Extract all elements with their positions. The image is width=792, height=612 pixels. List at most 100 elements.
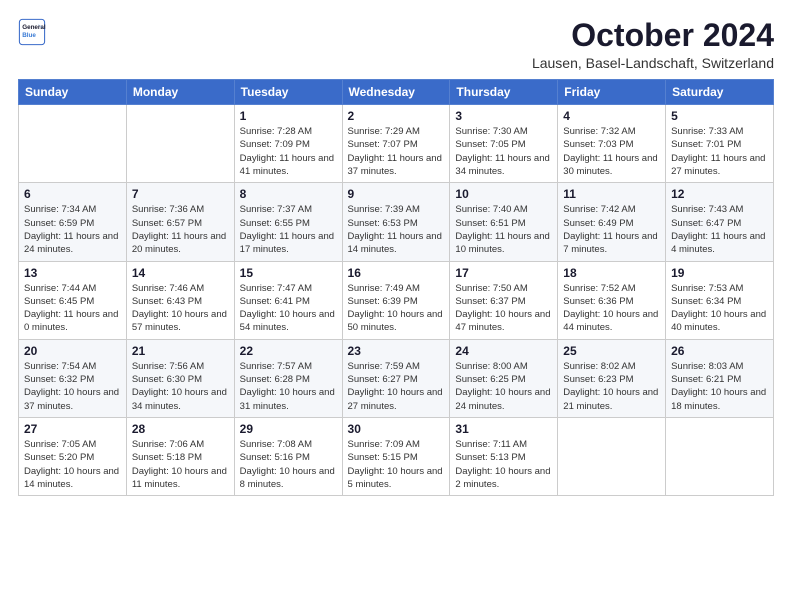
- day-cell: 19 Sunrise: 7:53 AM Sunset: 6:34 PM Dayli…: [666, 261, 774, 339]
- day-info: Sunrise: 7:30 AM Sunset: 7:05 PM Dayligh…: [455, 125, 552, 178]
- day-number: 22: [240, 344, 337, 358]
- day-cell: 31 Sunrise: 7:11 AM Sunset: 5:13 PM Dayli…: [450, 417, 558, 495]
- day-info: Sunrise: 7:33 AM Sunset: 7:01 PM Dayligh…: [671, 125, 768, 178]
- day-info: Sunrise: 7:36 AM Sunset: 6:57 PM Dayligh…: [132, 203, 229, 256]
- day-number: 4: [563, 109, 660, 123]
- day-info: Sunrise: 7:32 AM Sunset: 7:03 PM Dayligh…: [563, 125, 660, 178]
- day-cell: 1 Sunrise: 7:28 AM Sunset: 7:09 PM Daylig…: [234, 105, 342, 183]
- svg-text:Blue: Blue: [22, 32, 36, 39]
- day-info: Sunrise: 7:06 AM Sunset: 5:18 PM Dayligh…: [132, 438, 229, 491]
- day-cell: [19, 105, 127, 183]
- svg-text:General: General: [22, 24, 46, 31]
- day-number: 26: [671, 344, 768, 358]
- month-title: October 2024: [532, 18, 774, 53]
- day-info: Sunrise: 7:59 AM Sunset: 6:27 PM Dayligh…: [348, 360, 445, 413]
- day-info: Sunrise: 7:46 AM Sunset: 6:43 PM Dayligh…: [132, 282, 229, 335]
- day-number: 7: [132, 187, 229, 201]
- day-cell: 23Sunrise: 7:59 AM Sunset: 6:27 PM Dayli…: [342, 339, 450, 417]
- day-info: Sunrise: 7:50 AM Sunset: 6:37 PM Dayligh…: [455, 282, 552, 335]
- day-cell: 3 Sunrise: 7:30 AM Sunset: 7:05 PM Daylig…: [450, 105, 558, 183]
- day-info: Sunrise: 7:34 AM Sunset: 6:59 PM Dayligh…: [24, 203, 121, 256]
- day-cell: 25 Sunrise: 8:02 AM Sunset: 6:23 PM Dayli…: [558, 339, 666, 417]
- day-number: 19: [671, 266, 768, 280]
- day-cell: 2 Sunrise: 7:29 AM Sunset: 7:07 PM Daylig…: [342, 105, 450, 183]
- day-cell: 5 Sunrise: 7:33 AM Sunset: 7:01 PM Daylig…: [666, 105, 774, 183]
- day-info: Sunrise: 7:47 AM Sunset: 6:41 PM Dayligh…: [240, 282, 337, 335]
- day-number: 17: [455, 266, 552, 280]
- day-number: 24: [455, 344, 552, 358]
- day-number: 30: [348, 422, 445, 436]
- day-cell: 27 Sunrise: 7:05 AM Sunset: 5:20 PM Dayli…: [19, 417, 127, 495]
- day-cell: 6Sunrise: 7:34 AM Sunset: 6:59 PM Daylig…: [19, 183, 127, 261]
- location-title: Lausen, Basel-Landschaft, Switzerland: [532, 55, 774, 71]
- day-info: Sunrise: 7:49 AM Sunset: 6:39 PM Dayligh…: [348, 282, 445, 335]
- day-cell: 11 Sunrise: 7:42 AM Sunset: 6:49 PM Dayli…: [558, 183, 666, 261]
- day-number: 27: [24, 422, 121, 436]
- week-row-5: 27 Sunrise: 7:05 AM Sunset: 5:20 PM Dayli…: [19, 417, 774, 495]
- day-cell: 30 Sunrise: 7:09 AM Sunset: 5:15 PM Dayli…: [342, 417, 450, 495]
- day-number: 31: [455, 422, 552, 436]
- day-number: 1: [240, 109, 337, 123]
- week-row-2: 6Sunrise: 7:34 AM Sunset: 6:59 PM Daylig…: [19, 183, 774, 261]
- day-cell: 15 Sunrise: 7:47 AM Sunset: 6:41 PM Dayli…: [234, 261, 342, 339]
- day-number: 15: [240, 266, 337, 280]
- day-info: Sunrise: 7:28 AM Sunset: 7:09 PM Dayligh…: [240, 125, 337, 178]
- week-row-3: 13 Sunrise: 7:44 AM Sunset: 6:45 PM Dayli…: [19, 261, 774, 339]
- day-info: Sunrise: 7:57 AM Sunset: 6:28 PM Dayligh…: [240, 360, 337, 413]
- day-number: 13: [24, 266, 121, 280]
- day-cell: 16 Sunrise: 7:49 AM Sunset: 6:39 PM Dayli…: [342, 261, 450, 339]
- day-info: Sunrise: 7:05 AM Sunset: 5:20 PM Dayligh…: [24, 438, 121, 491]
- day-number: 28: [132, 422, 229, 436]
- header: General Blue October 2024 Lausen, Basel-…: [18, 18, 774, 71]
- weekday-header-friday: Friday: [558, 80, 666, 105]
- weekday-header-row: SundayMondayTuesdayWednesdayThursdayFrid…: [19, 80, 774, 105]
- week-row-1: 1 Sunrise: 7:28 AM Sunset: 7:09 PM Daylig…: [19, 105, 774, 183]
- day-info: Sunrise: 8:02 AM Sunset: 6:23 PM Dayligh…: [563, 360, 660, 413]
- day-cell: 14 Sunrise: 7:46 AM Sunset: 6:43 PM Dayli…: [126, 261, 234, 339]
- day-number: 21: [132, 344, 229, 358]
- day-info: Sunrise: 7:39 AM Sunset: 6:53 PM Dayligh…: [348, 203, 445, 256]
- day-info: Sunrise: 7:53 AM Sunset: 6:34 PM Dayligh…: [671, 282, 768, 335]
- day-cell: 4 Sunrise: 7:32 AM Sunset: 7:03 PM Daylig…: [558, 105, 666, 183]
- weekday-header-monday: Monday: [126, 80, 234, 105]
- day-number: 2: [348, 109, 445, 123]
- day-number: 20: [24, 344, 121, 358]
- day-info: Sunrise: 8:03 AM Sunset: 6:21 PM Dayligh…: [671, 360, 768, 413]
- day-info: Sunrise: 7:44 AM Sunset: 6:45 PM Dayligh…: [24, 282, 121, 335]
- day-info: Sunrise: 7:29 AM Sunset: 7:07 PM Dayligh…: [348, 125, 445, 178]
- day-info: Sunrise: 7:52 AM Sunset: 6:36 PM Dayligh…: [563, 282, 660, 335]
- day-number: 29: [240, 422, 337, 436]
- day-number: 5: [671, 109, 768, 123]
- day-cell: 24Sunrise: 8:00 AM Sunset: 6:25 PM Dayli…: [450, 339, 558, 417]
- day-number: 14: [132, 266, 229, 280]
- week-row-4: 20 Sunrise: 7:54 AM Sunset: 6:32 PM Dayli…: [19, 339, 774, 417]
- logo-icon: General Blue: [18, 18, 46, 46]
- day-info: Sunrise: 7:08 AM Sunset: 5:16 PM Dayligh…: [240, 438, 337, 491]
- logo: General Blue: [18, 18, 46, 46]
- day-cell: 8Sunrise: 7:37 AM Sunset: 6:55 PM Daylig…: [234, 183, 342, 261]
- day-info: Sunrise: 7:54 AM Sunset: 6:32 PM Dayligh…: [24, 360, 121, 413]
- title-block: October 2024 Lausen, Basel-Landschaft, S…: [532, 18, 774, 71]
- day-cell: [126, 105, 234, 183]
- day-info: Sunrise: 7:37 AM Sunset: 6:55 PM Dayligh…: [240, 203, 337, 256]
- day-cell: 20 Sunrise: 7:54 AM Sunset: 6:32 PM Dayli…: [19, 339, 127, 417]
- day-number: 25: [563, 344, 660, 358]
- calendar: SundayMondayTuesdayWednesdayThursdayFrid…: [18, 79, 774, 496]
- day-info: Sunrise: 7:09 AM Sunset: 5:15 PM Dayligh…: [348, 438, 445, 491]
- day-info: Sunrise: 7:43 AM Sunset: 6:47 PM Dayligh…: [671, 203, 768, 256]
- day-number: 16: [348, 266, 445, 280]
- weekday-header-saturday: Saturday: [666, 80, 774, 105]
- page: General Blue October 2024 Lausen, Basel-…: [0, 0, 792, 612]
- day-number: 10: [455, 187, 552, 201]
- day-info: Sunrise: 7:11 AM Sunset: 5:13 PM Dayligh…: [455, 438, 552, 491]
- day-number: 3: [455, 109, 552, 123]
- day-number: 11: [563, 187, 660, 201]
- day-number: 18: [563, 266, 660, 280]
- weekday-header-tuesday: Tuesday: [234, 80, 342, 105]
- day-info: Sunrise: 7:42 AM Sunset: 6:49 PM Dayligh…: [563, 203, 660, 256]
- weekday-header-wednesday: Wednesday: [342, 80, 450, 105]
- day-cell: 9Sunrise: 7:39 AM Sunset: 6:53 PM Daylig…: [342, 183, 450, 261]
- weekday-header-sunday: Sunday: [19, 80, 127, 105]
- day-cell: 21Sunrise: 7:56 AM Sunset: 6:30 PM Dayli…: [126, 339, 234, 417]
- day-cell: 7 Sunrise: 7:36 AM Sunset: 6:57 PM Daylig…: [126, 183, 234, 261]
